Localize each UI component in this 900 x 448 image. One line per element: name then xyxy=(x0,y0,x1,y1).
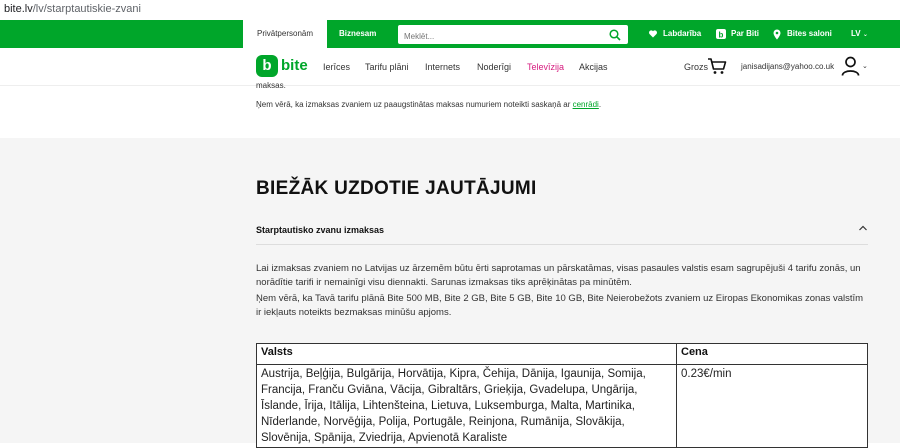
nav-devices[interactable]: Ierīces xyxy=(323,62,350,72)
link-about[interactable]: b Par Biti xyxy=(716,20,759,48)
table-header-row: Valsts Cena xyxy=(256,343,868,365)
accordion-divider xyxy=(256,244,868,245)
cart-icon[interactable] xyxy=(707,57,727,75)
note-line-1: maksas. xyxy=(256,81,286,90)
user-menu-chevron-icon[interactable]: ⌄ xyxy=(862,62,868,70)
url-host: bite.lv xyxy=(4,3,33,15)
search-input[interactable] xyxy=(399,28,589,45)
user-email[interactable]: janisadijans@yahoo.co.uk xyxy=(741,62,834,71)
nav-offers[interactable]: Akcijas xyxy=(579,62,608,72)
tab-private[interactable]: Privātpersonām xyxy=(243,20,327,48)
chevron-down-icon: ⌄ xyxy=(862,32,868,38)
content-top xyxy=(0,86,900,138)
tab-business[interactable]: Biznesam xyxy=(339,20,376,48)
address-bar[interactable]: bite.lv/lv/starptautiskie-zvani xyxy=(0,0,900,20)
accordion-title[interactable]: Starptautisko zvanu izmaksas xyxy=(256,225,384,235)
url-path: /lv/starptautiskie-zvani xyxy=(32,3,141,15)
rates-table: Valsts Cena Austrija, Beļģija, Bulgārija… xyxy=(256,343,868,448)
bite-logo-text[interactable]: bite xyxy=(281,57,308,74)
language-label: LV xyxy=(851,29,861,38)
location-pin-icon xyxy=(773,29,781,40)
cart-label[interactable]: Grozs xyxy=(684,62,708,72)
header-country: Valsts xyxy=(256,343,677,365)
note-line-2: Ņem vērā, ka izmaksas zvaniem uz paaugst… xyxy=(256,100,601,109)
price-list-link[interactable]: cenrādi xyxy=(573,100,599,109)
bite-logo[interactable]: b xyxy=(256,55,278,77)
link-stores[interactable]: Bites saloni xyxy=(772,20,832,48)
note-line-2-text: Ņem vērā, ka izmaksas zvaniem uz paaugst… xyxy=(256,100,573,109)
note-line-2-end: . xyxy=(598,100,602,109)
svg-text:b: b xyxy=(719,31,724,40)
heart-hand-icon xyxy=(649,30,657,38)
search-box[interactable] xyxy=(398,25,628,45)
header-price: Cena xyxy=(676,343,868,365)
faq-paragraph-1: Lai izmaksas zvaniem no Latvijas uz ārze… xyxy=(256,263,861,288)
price-cell: 0.23€/min xyxy=(676,364,868,448)
language-switch[interactable]: LV ⌄ xyxy=(851,20,868,48)
nav-plans[interactable]: Tarifu plāni xyxy=(365,62,409,72)
nav-tv[interactable]: Televīzija xyxy=(527,62,564,72)
user-icon[interactable] xyxy=(841,56,860,76)
bite-logo-icon: b xyxy=(716,29,726,39)
chevron-up-icon[interactable] xyxy=(858,224,868,232)
link-charity[interactable]: Labdarība xyxy=(648,20,701,48)
faq-title: BIEŽĀK UZDOTIE JAUTĀJUMI xyxy=(256,178,537,199)
nav-useful[interactable]: Noderīgi xyxy=(477,62,511,72)
faq-paragraph-2: Ņem vērā, ka Tavā tarifu plānā Bite 500 … xyxy=(256,293,864,318)
table-row: Austrija, Beļģija, Bulgārija, Horvātija,… xyxy=(256,364,868,448)
countries-cell: Austrija, Beļģija, Bulgārija, Horvātija,… xyxy=(256,364,677,448)
search-icon[interactable] xyxy=(609,29,621,41)
nav-internet[interactable]: Internets xyxy=(425,62,460,72)
